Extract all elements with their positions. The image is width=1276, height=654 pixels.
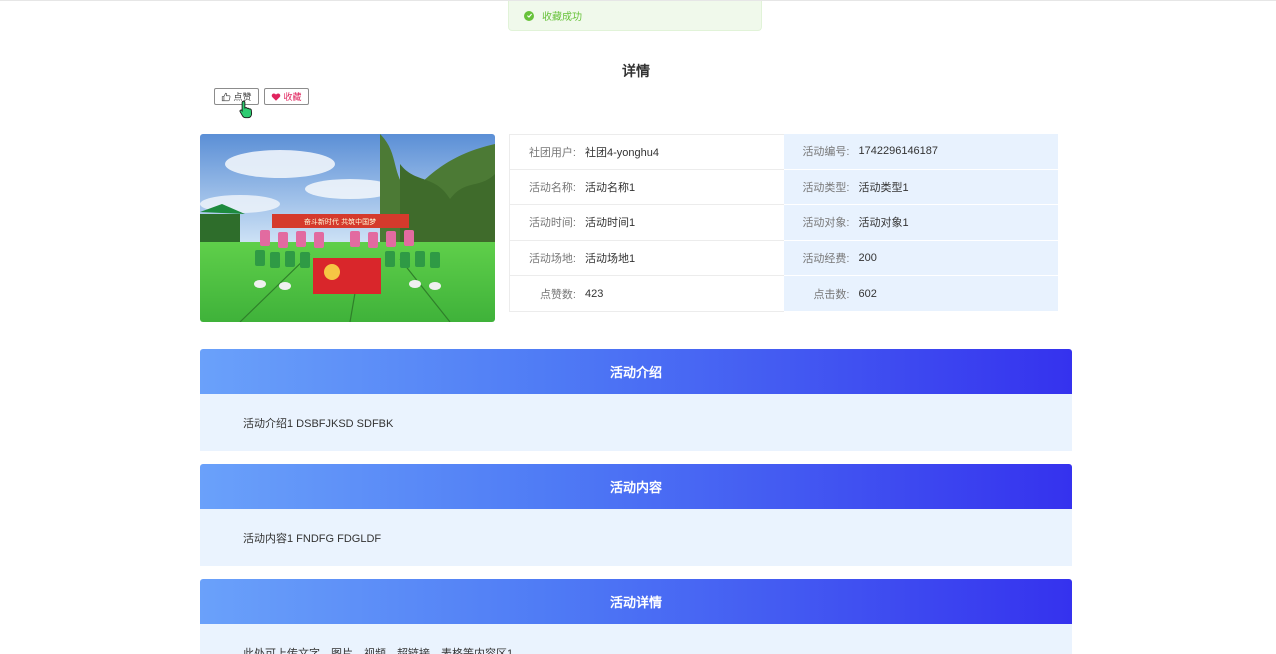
info-cell-activity-target: 活动对象: 活动对象1: [783, 205, 1058, 241]
section-details: 活动详情 此处可上传文字、图片、视频、超链接、表格等内容区1: [200, 579, 1072, 654]
info-value: 423: [585, 287, 604, 300]
section-title: 活动介绍: [200, 349, 1072, 394]
heart-icon: [272, 93, 281, 101]
info-cell-activity-time: 活动时间: 活动时间1: [509, 205, 784, 241]
info-cell-click-count: 点击数: 602: [783, 276, 1058, 312]
photo-banner-text: 奋斗新时代 共筑中国梦: [304, 217, 376, 226]
info-value: 活动对象1: [858, 217, 909, 230]
info-value: 1742296146187: [858, 145, 939, 158]
info-row: 社团用户: 社团4-yonghu4 活动编号: 1742296146187: [509, 134, 1058, 170]
info-label: 活动编号:: [802, 146, 850, 159]
info-label: 活动对象:: [802, 217, 850, 230]
info-row: 活动场地: 活动场地1 活动经费: 200: [509, 240, 1058, 277]
check-circle-icon: [524, 10, 534, 21]
info-cell-user: 社团用户: 社团4-yonghu4: [509, 134, 784, 170]
thumbs-up-icon: [222, 92, 231, 101]
favorite-button-label: 收藏: [283, 92, 302, 102]
info-value: 200: [858, 252, 877, 265]
favorite-button[interactable]: 收藏: [264, 88, 309, 105]
info-label: 活动名称:: [528, 181, 576, 194]
info-label: 社团用户:: [528, 146, 576, 159]
info-cell-activity-name: 活动名称: 活动名称1: [509, 169, 784, 206]
info-label: 活动场地:: [528, 253, 576, 266]
hand-cursor-icon: [239, 100, 253, 119]
info-row: 活动名称: 活动名称1 活动类型: 活动类型1: [509, 169, 1058, 206]
info-label: 活动类型:: [802, 181, 850, 194]
info-label: 活动时间:: [528, 217, 576, 230]
page-title: 详情: [622, 63, 650, 79]
info-label: 点击数:: [813, 288, 850, 301]
section-title: 活动内容: [200, 464, 1072, 509]
info-value: 活动时间1: [585, 217, 636, 230]
info-cell-activity-id: 活动编号: 1742296146187: [783, 134, 1058, 170]
activity-photo: 奋斗新时代 共筑中国梦: [200, 134, 495, 322]
section-content: 活动内容1 FNDFG FDGLDF: [200, 509, 1072, 566]
detail-page: 收藏成功 详情 点赞 收藏 奋斗新时代 共筑中国梦 社团用户: 社团4-yong…: [0, 0, 1276, 654]
info-value: 活动名称1: [585, 181, 636, 194]
info-value: 活动场地1: [585, 253, 636, 266]
success-toast: 收藏成功: [508, 1, 762, 31]
info-label: 点赞数:: [539, 288, 576, 301]
info-row: 活动时间: 活动时间1 活动对象: 活动对象1: [509, 205, 1058, 241]
info-value: 活动类型1: [858, 181, 909, 194]
info-cell-activity-type: 活动类型: 活动类型1: [783, 169, 1058, 206]
info-cell-activity-budget: 活动经费: 200: [783, 240, 1058, 277]
info-row: 点赞数: 423 点击数: 602: [509, 276, 1058, 312]
section-intro: 活动介绍 活动介绍1 DSBFJKSD SDFBK: [200, 349, 1072, 451]
toast-message: 收藏成功: [542, 12, 582, 23]
info-label: 活动经费:: [802, 253, 850, 266]
section-title: 活动详情: [200, 579, 1072, 624]
info-cell-activity-venue: 活动场地: 活动场地1: [509, 240, 784, 277]
info-value: 602: [858, 287, 877, 300]
section-content-block: 活动内容 活动内容1 FNDFG FDGLDF: [200, 464, 1072, 566]
info-cell-like-count: 点赞数: 423: [509, 276, 784, 312]
section-content: 活动介绍1 DSBFJKSD SDFBK: [200, 394, 1072, 451]
info-value: 社团4-yonghu4: [585, 146, 659, 159]
info-table: 社团用户: 社团4-yonghu4 活动编号: 1742296146187 活动…: [509, 134, 1058, 312]
section-content: 此处可上传文字、图片、视频、超链接、表格等内容区1: [200, 624, 1072, 654]
